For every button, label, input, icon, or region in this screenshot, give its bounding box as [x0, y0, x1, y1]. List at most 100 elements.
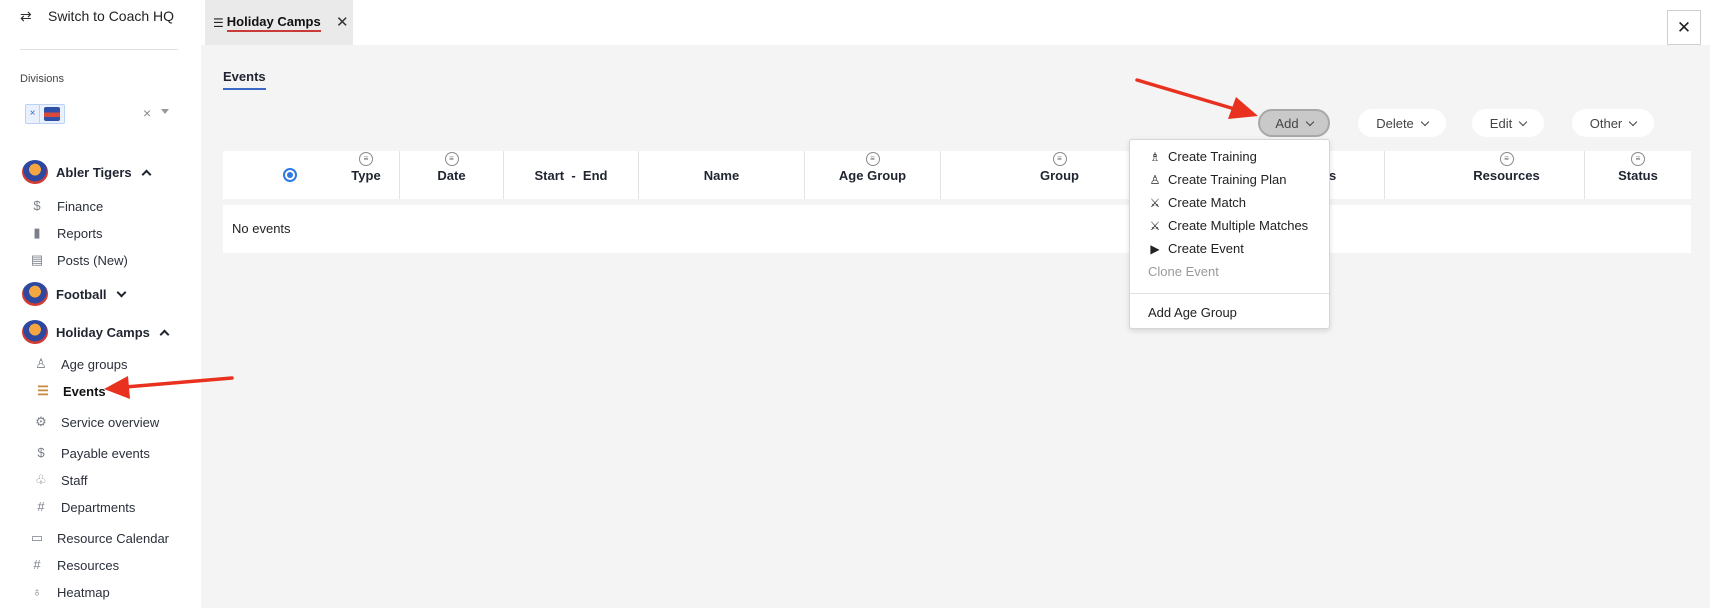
gear-icon: ⚙	[35, 414, 47, 429]
other-button[interactable]: Other	[1572, 109, 1654, 137]
chevron-down-icon	[116, 287, 126, 297]
chevron-up-icon	[159, 329, 170, 339]
column-label: Status	[1618, 168, 1658, 183]
club-name: Football	[56, 286, 107, 302]
sidebar-item-label: Resource Calendar	[57, 530, 170, 546]
sidebar-item-heatmap[interactable]: ♁ Heatmap	[29, 584, 110, 600]
chevron-up-icon	[141, 169, 152, 179]
calendar-icon: ▭	[30, 530, 44, 545]
list-icon: ☰	[37, 383, 49, 398]
sidebar-item-events[interactable]: ☰ Events	[35, 383, 106, 399]
column-status[interactable]: ≡ Status	[1585, 151, 1691, 199]
menu-item-label: Clone Event	[1148, 264, 1219, 279]
sidebar-item-label: Age groups	[61, 356, 128, 372]
chip-remove-icon[interactable]: ×	[26, 105, 40, 123]
column-label: Start - End	[534, 168, 608, 183]
sidebar-item-label: Posts (New)	[57, 252, 128, 268]
club-abler-tigers[interactable]: Abler Tigers	[22, 160, 152, 184]
events-table-header: ≡ Type ≡ Date Start - End Name ≡ Age Gro…	[223, 151, 1691, 199]
filter-icon[interactable]: ≡	[865, 152, 880, 166]
sidebar-item-label: Staff	[61, 472, 88, 488]
clear-selection-icon[interactable]: ×	[143, 105, 151, 121]
club-logo-icon	[22, 160, 48, 184]
sidebar-item-resource-calendar[interactable]: ▭ Resource Calendar	[29, 530, 169, 546]
delete-button-label: Delete	[1376, 115, 1414, 131]
filter-icon[interactable]: ≡	[444, 152, 459, 166]
select-all-radio[interactable]	[283, 168, 297, 182]
filter-icon[interactable]: ≡	[359, 152, 373, 166]
club-holiday-camps[interactable]: Holiday Camps	[22, 320, 170, 344]
filter-icon[interactable]: ≡	[1631, 152, 1645, 166]
switch-to-coach-hq[interactable]: ⇄ Switch to Coach HQ	[20, 8, 174, 24]
menu-item-create-match[interactable]: ⚔ Create Match	[1148, 195, 1246, 210]
column-name[interactable]: Name	[639, 151, 805, 199]
chevron-down-icon	[1420, 117, 1430, 126]
payable-icon: $	[37, 445, 45, 460]
sidebar-item-resources[interactable]: # Resources	[29, 557, 119, 573]
sidebar-item-label: Resources	[57, 557, 120, 573]
column-date[interactable]: ≡ Date	[400, 151, 504, 199]
column-label: Date	[437, 168, 466, 183]
column-type[interactable]: ≡ Type	[333, 151, 400, 199]
sidebar-divider	[20, 49, 178, 50]
sidebar-item-payable-events[interactable]: $ Payable events	[33, 445, 150, 461]
arrow-to-add-button	[1135, 78, 1258, 119]
delete-button[interactable]: Delete	[1358, 109, 1446, 137]
chevron-down-icon[interactable]	[161, 109, 169, 114]
sidebar-item-reports[interactable]: ▮ Reports	[29, 225, 102, 241]
column-label: Age Group	[838, 168, 907, 183]
column-label: Resources	[1473, 168, 1540, 183]
column-label: Name	[703, 168, 740, 183]
club-logo-icon	[22, 282, 48, 306]
divisions-label: Divisions	[20, 73, 65, 85]
menu-item-create-training[interactable]: ♗ Create Training	[1148, 149, 1257, 164]
menu-item-create-event[interactable]: ▶ Create Event	[1148, 241, 1244, 256]
filter-icon[interactable]: ≡	[1052, 152, 1067, 166]
menu-item-create-multiple-matches[interactable]: ⚔ Create Multiple Matches	[1148, 218, 1309, 233]
division-chip[interactable]: ×	[25, 104, 65, 124]
club-football[interactable]: Football	[22, 282, 126, 306]
sidebar-item-label: Finance	[57, 198, 104, 214]
chevron-down-icon	[1305, 117, 1314, 126]
sidebar-item-label: Payable events	[61, 445, 150, 461]
column-start-end[interactable]: Start - End	[504, 151, 639, 199]
club-name: Abler Tigers	[56, 164, 132, 180]
division-select[interactable]: × ×	[22, 101, 172, 125]
column-age-group[interactable]: ≡ Age Group	[805, 151, 941, 199]
play-icon: ▶	[1150, 241, 1160, 256]
whistle-icon: ♧	[35, 472, 47, 487]
hash-icon: #	[33, 557, 41, 572]
menu-icon: ☰	[213, 15, 224, 30]
tab-events[interactable]: Events	[223, 69, 266, 90]
sidebar-item-label: Events	[63, 383, 106, 399]
hash-icon: #	[37, 499, 45, 514]
events-table-body: No events	[223, 205, 1691, 253]
close-tab-icon[interactable]: ✕	[336, 13, 349, 31]
chevron-down-icon	[1629, 117, 1638, 126]
close-window-button[interactable]: ✕	[1667, 10, 1701, 45]
add-button[interactable]: Add	[1258, 109, 1330, 137]
sidebar-item-label: Service overview	[61, 414, 160, 430]
sidebar-item-age-groups[interactable]: ♙ Age groups	[33, 356, 128, 372]
edit-button[interactable]: Edit	[1472, 109, 1544, 137]
menu-item-add-age-group[interactable]: Add Age Group	[1148, 305, 1237, 320]
tab-holiday-camps[interactable]: ☰ Holiday Camps ✕	[205, 0, 353, 45]
column-label: s	[1329, 168, 1337, 183]
pin-icon: ♁	[32, 584, 42, 599]
menu-item-create-training-plan[interactable]: ♙ Create Training Plan	[1148, 172, 1287, 187]
sidebar-item-finance[interactable]: $ Finance	[29, 198, 103, 214]
sidebar-item-label: Departments	[61, 499, 136, 515]
add-button-label: Add	[1275, 115, 1299, 131]
sidebar-item-departments[interactable]: # Departments	[33, 499, 135, 515]
menu-item-clone-event: Clone Event	[1148, 264, 1219, 279]
sidebar-item-staff[interactable]: ♧ Staff	[33, 472, 88, 488]
swap-arrows-icon: ⇄	[20, 8, 32, 24]
column-resources[interactable]: ≡ Resources	[1429, 151, 1585, 199]
sidebar-item-posts[interactable]: ▤ Posts (New)	[29, 252, 128, 268]
multiple-matches-icon: ⚔	[1149, 218, 1161, 233]
tab-label: Holiday Camps	[226, 14, 321, 32]
sidebar-item-service-overview[interactable]: ⚙ Service overview	[33, 414, 159, 430]
filter-icon[interactable]: ≡	[1499, 152, 1514, 166]
menu-item-label: Create Multiple Matches	[1168, 218, 1309, 233]
bar-chart-icon: ▮	[33, 225, 41, 240]
